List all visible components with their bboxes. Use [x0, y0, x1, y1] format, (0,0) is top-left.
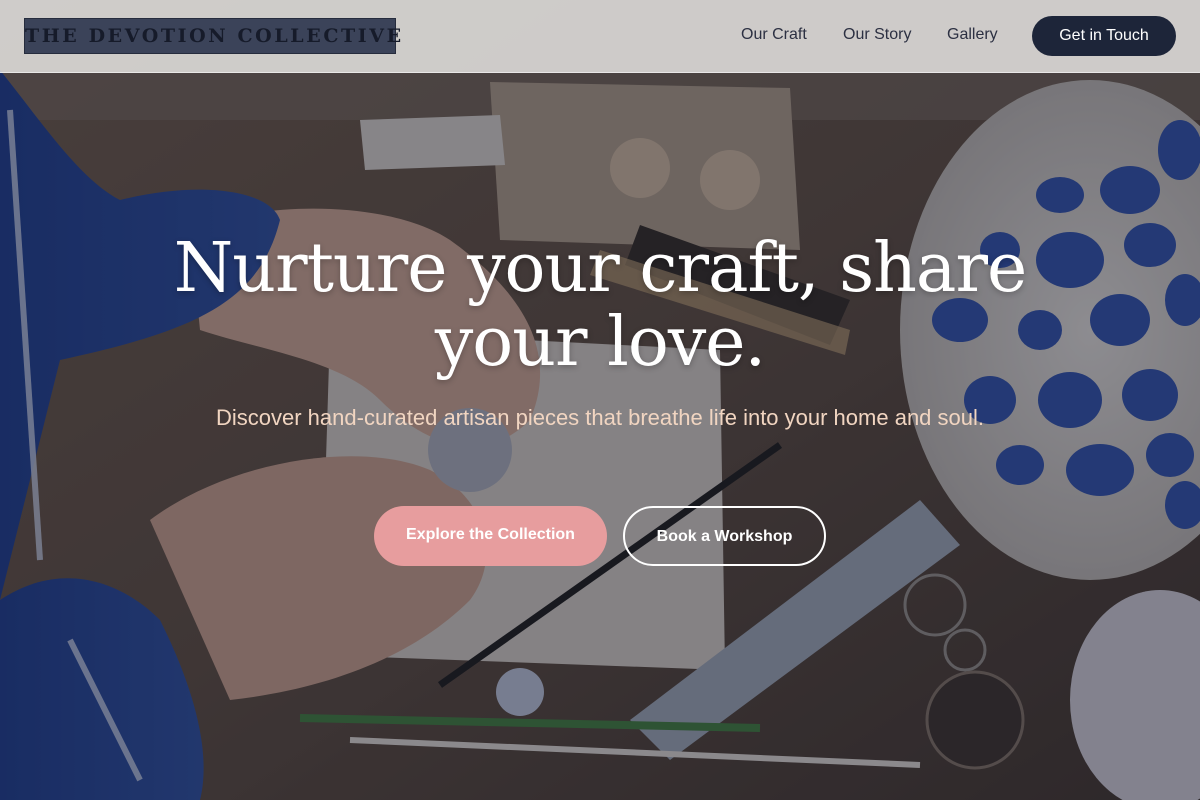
hero-subtitle: Discover hand-curated artisan pieces tha… [216, 405, 984, 430]
site-header: THE DEVOTION COLLECTIVE Our Craft Our St… [0, 0, 1200, 73]
nav-link-our-craft[interactable]: Our Craft [741, 26, 807, 44]
nav-link-our-story[interactable]: Our Story [843, 26, 911, 44]
get-in-touch-button[interactable]: Get in Touch [1032, 16, 1176, 56]
explore-collection-button[interactable]: Explore the Collection [374, 506, 607, 566]
hero-overlay [0, 0, 1200, 800]
nav-link-gallery[interactable]: Gallery [947, 26, 998, 44]
book-workshop-button[interactable]: Book a Workshop [623, 506, 826, 566]
brand-logo[interactable]: THE DEVOTION COLLECTIVE [24, 18, 401, 54]
hero-title: Nurture your craft, share your love. [173, 229, 1027, 382]
